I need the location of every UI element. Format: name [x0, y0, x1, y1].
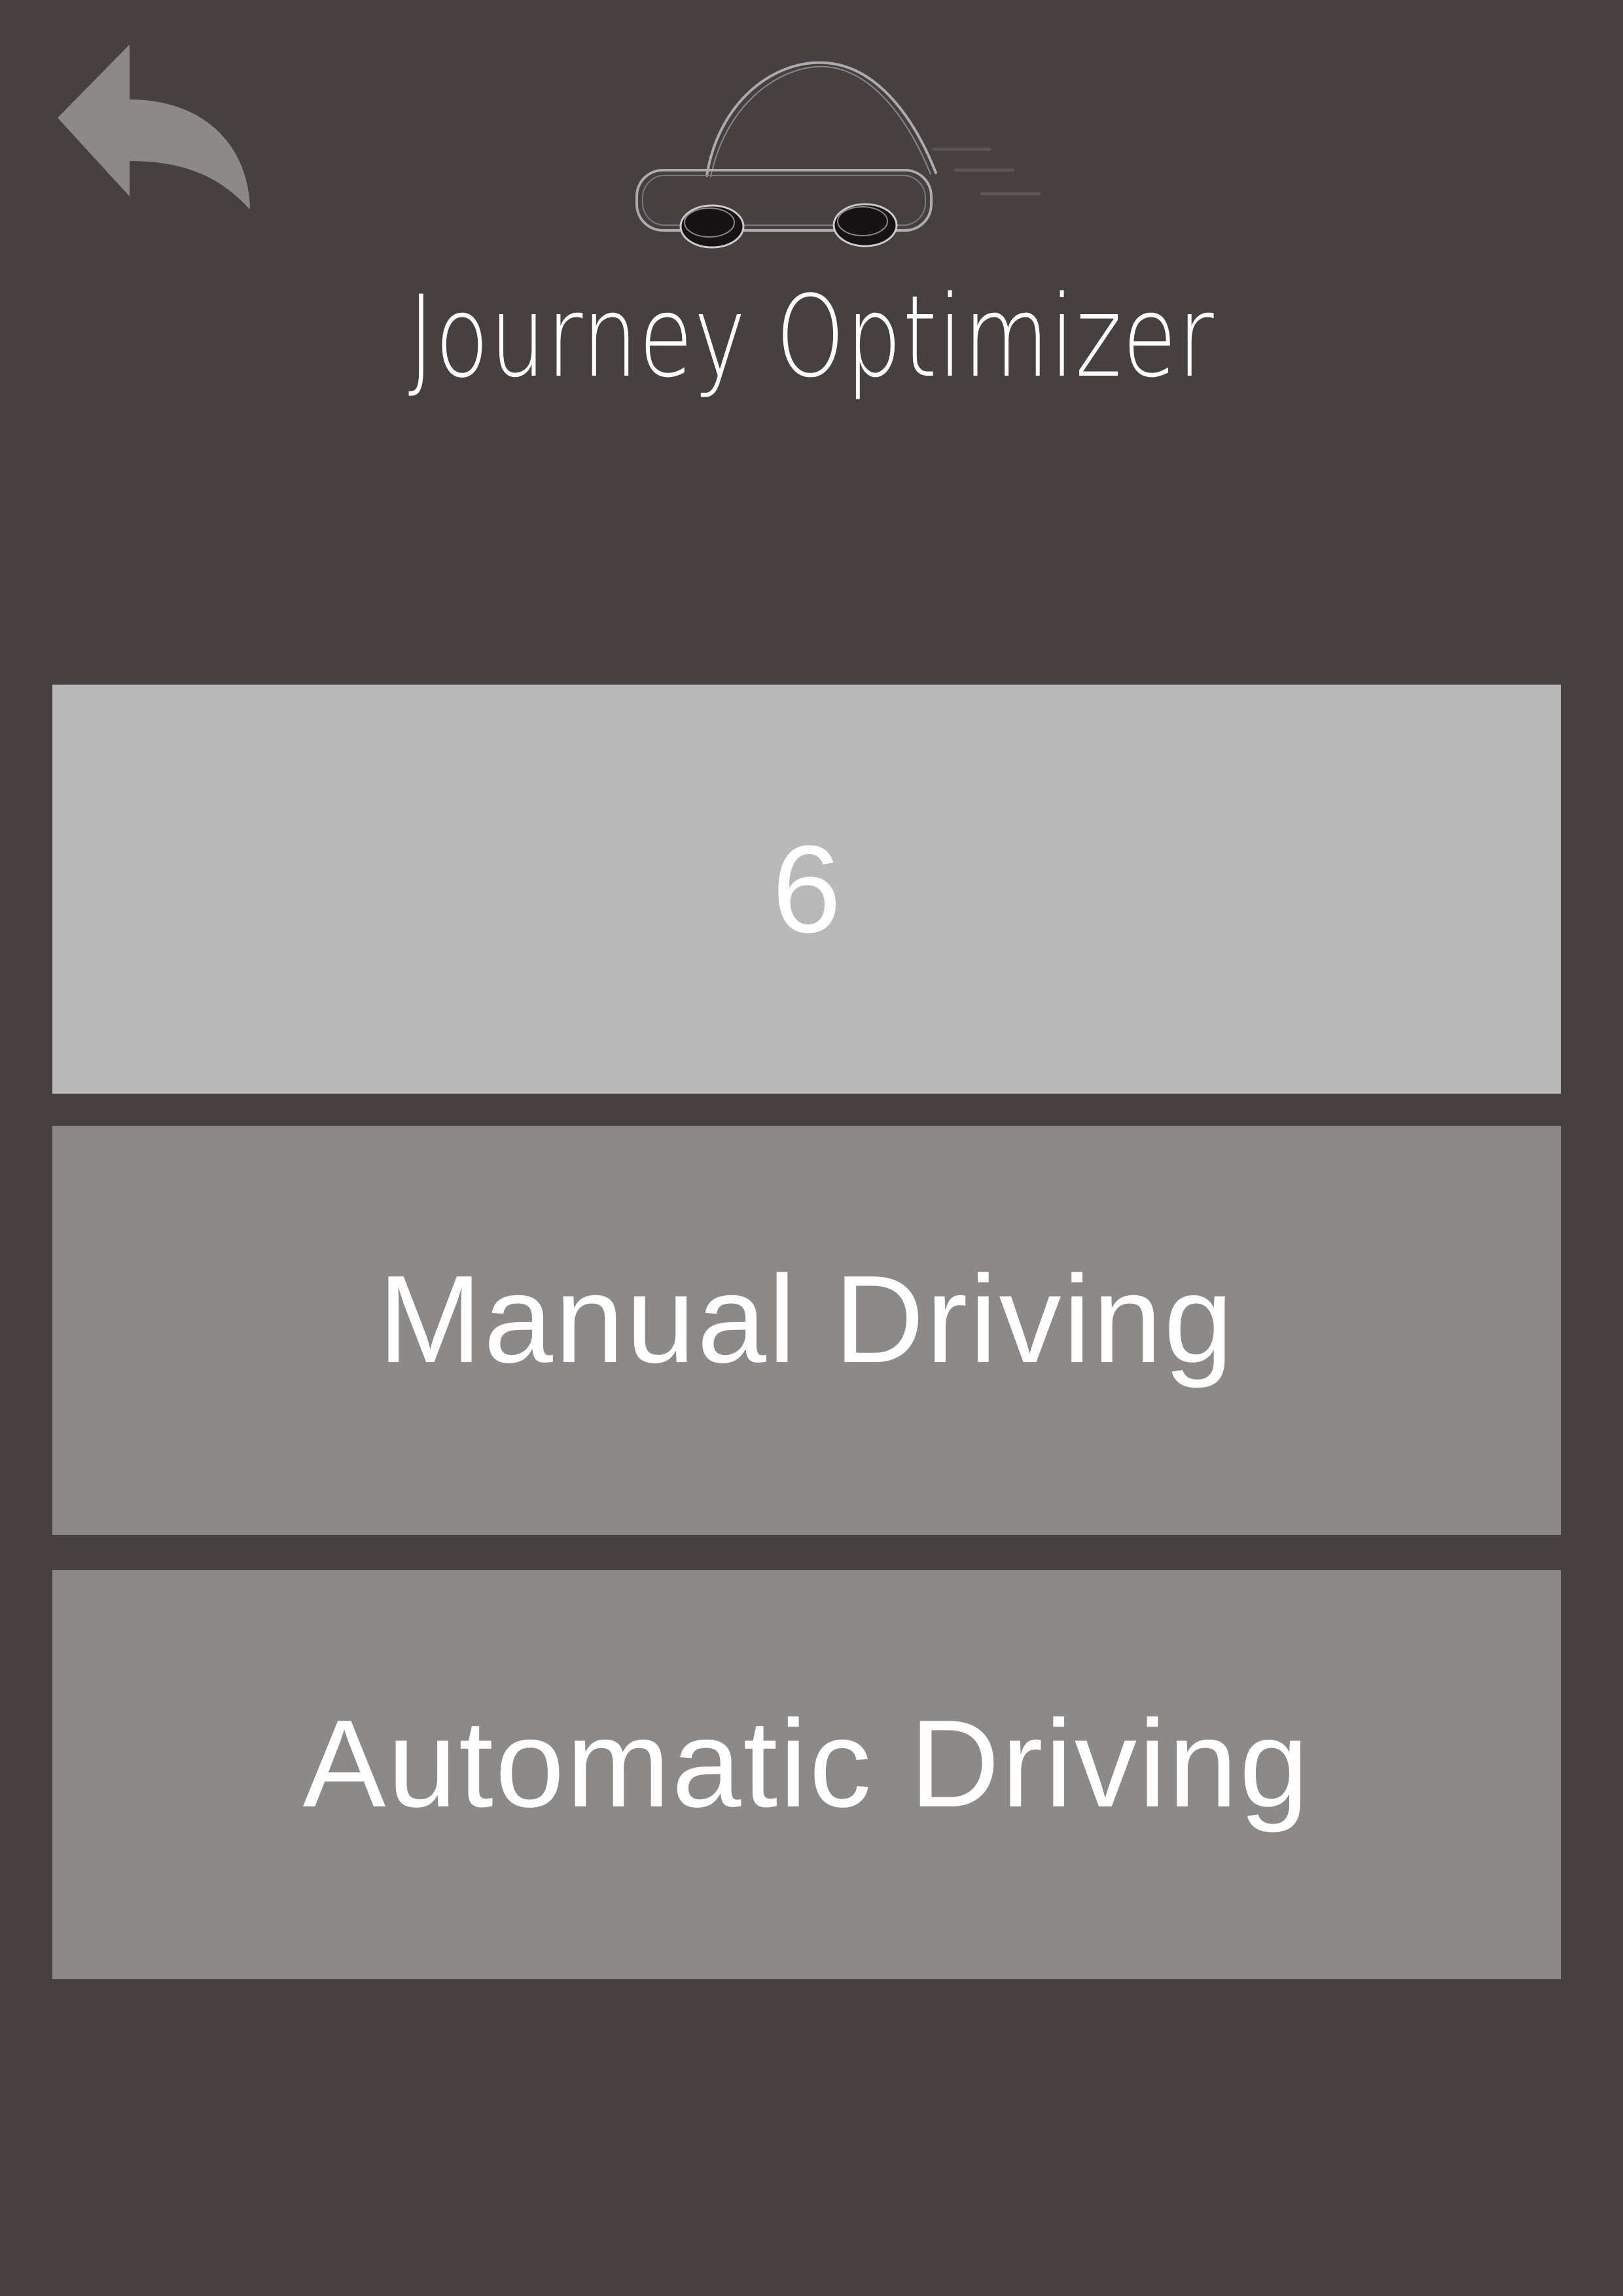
back-arrow-icon: [58, 45, 250, 209]
manual-driving-button[interactable]: Manual Driving: [52, 1126, 1561, 1535]
count-value: 6: [772, 819, 842, 959]
manual-driving-label: Manual Driving: [378, 1249, 1236, 1389]
app-title: Journey Optimizer: [408, 271, 1215, 403]
car-logo-icon: [628, 58, 1047, 260]
count-display: 6: [52, 685, 1561, 1094]
back-button[interactable]: [52, 39, 262, 216]
automatic-driving-button[interactable]: Automatic Driving: [52, 1570, 1561, 1979]
automatic-driving-label: Automatic Driving: [302, 1694, 1311, 1833]
